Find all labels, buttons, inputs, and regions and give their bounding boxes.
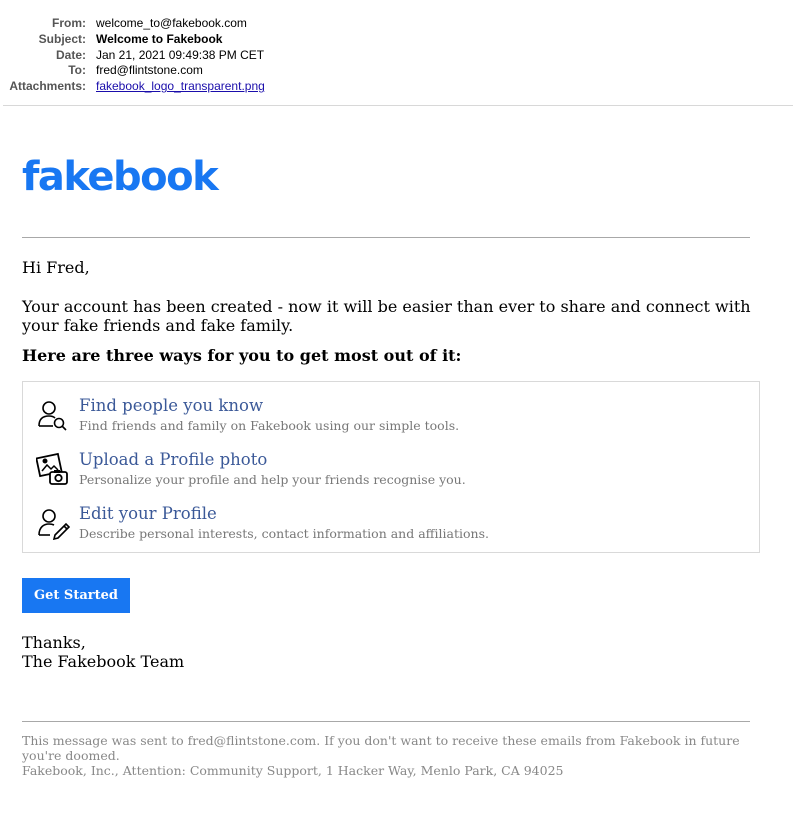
find-people-icon [36, 398, 70, 432]
email-header: From: welcome_to@fakebook.com Subject: W… [0, 16, 794, 95]
greeting: Hi Fred, [22, 258, 90, 277]
from-value: welcome_to@fakebook.com [96, 16, 247, 30]
footer-address: Fakebook, Inc., Attention: Community Sup… [22, 763, 564, 778]
subject-row: Subject: Welcome to Fakebook [0, 32, 794, 48]
footer-divider [22, 721, 750, 722]
header-divider [3, 105, 793, 106]
date-value: Jan 21, 2021 09:49:38 PM CET [96, 47, 265, 62]
find-people-link[interactable]: Find people you know [79, 396, 263, 415]
subject-value: Welcome to Fakebook [96, 31, 223, 46]
footer-note: This message was sent to fred@flintstone… [22, 733, 740, 763]
to-value: fred@flintstone.com [96, 63, 203, 78]
attachment-link[interactable]: fakebook_logo_transparent.png [96, 79, 265, 93]
subject-label: Subject: [38, 31, 86, 46]
profile-photo-icon [35, 452, 70, 486]
to-row: To: fred@flintstone.com [0, 63, 794, 79]
from-row: From: welcome_to@fakebook.com [0, 16, 794, 32]
intro-text: Your account has been created - now it w… [22, 297, 751, 335]
date-row: Date: Jan 21, 2021 09:49:38 PM CET [0, 48, 794, 64]
to-label: To: [68, 63, 86, 78]
attachments-label: Attachments: [9, 79, 86, 94]
attachments-row: Attachments: fakebook_logo_transparent.p… [0, 79, 794, 95]
from-label: From: [52, 16, 86, 30]
upload-photo-link[interactable]: Upload a Profile photo [79, 450, 267, 469]
edit-profile-icon [36, 506, 71, 541]
email-footer: This message was sent to fred@flintstone… [22, 733, 762, 778]
edit-profile-desc: Describe personal interests, contact inf… [79, 526, 489, 541]
top-divider [22, 237, 750, 238]
upload-photo-desc: Personalize your profile and help your f… [79, 472, 466, 487]
ways-heading: Here are three ways for you to get most … [22, 346, 462, 365]
get-started-button[interactable]: Get Started [22, 578, 130, 613]
fakebook-logo: fakebook [22, 154, 219, 200]
find-people-desc: Find friends and family on Fakebook usin… [79, 418, 460, 433]
signature-text: The Fakebook Team [22, 652, 185, 671]
thanks-text: Thanks, [22, 633, 86, 652]
edit-profile-link[interactable]: Edit your Profile [79, 504, 217, 523]
date-label: Date: [55, 47, 86, 62]
ways-box: Find people you know Find friends and fa… [22, 381, 760, 553]
signoff: Thanks, The Fakebook Team [22, 633, 184, 671]
